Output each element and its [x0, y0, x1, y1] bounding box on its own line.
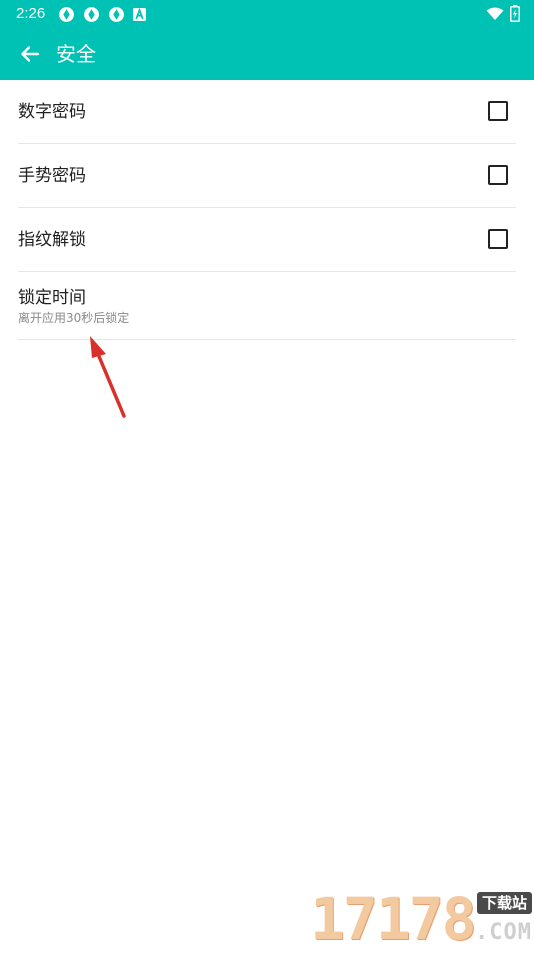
watermark-tag: 下载站 [476, 892, 532, 914]
settings-list: 数字密码 手势密码 指纹解锁 锁定时间 离开应用30秒后锁定 [0, 80, 534, 340]
fingerprint-unlock-checkbox[interactable] [488, 229, 508, 249]
wifi-icon [486, 7, 504, 20]
sync-icon [59, 6, 74, 22]
status-bar: 2:26 [0, 0, 534, 28]
setting-label: 数字密码 [18, 102, 86, 122]
arrow-left-icon [21, 46, 40, 62]
page-title: 安全 [56, 42, 96, 66]
numeric-password-checkbox[interactable] [488, 101, 508, 121]
setting-label: 手势密码 [18, 166, 86, 186]
setting-gesture-password[interactable]: 手势密码 [18, 144, 516, 208]
a-badge-icon [133, 7, 146, 21]
status-time: 2:26 [16, 5, 46, 22]
sync-icon [109, 6, 124, 22]
setting-sublabel: 离开应用30秒后锁定 [18, 311, 130, 325]
battery-icon [510, 5, 520, 22]
red-arrow-annotation [90, 336, 126, 418]
setting-numeric-password[interactable]: 数字密码 [18, 80, 516, 144]
setting-label: 锁定时间 [18, 288, 86, 308]
gesture-password-checkbox[interactable] [488, 165, 508, 185]
system-icons [486, 5, 520, 22]
notification-icons [58, 5, 146, 23]
sync-icon [84, 6, 99, 22]
setting-label: 指纹解锁 [18, 230, 86, 250]
watermark-domain: .COM [475, 920, 532, 945]
toolbar: 安全 [0, 28, 534, 80]
watermark: 17178 下载站 .COM [310, 888, 534, 950]
app-bar: 2:26 安全 [0, 0, 534, 80]
back-button[interactable] [14, 39, 46, 69]
watermark-digits: 17178 [310, 885, 477, 953]
setting-fingerprint-unlock[interactable]: 指纹解锁 [18, 208, 516, 272]
